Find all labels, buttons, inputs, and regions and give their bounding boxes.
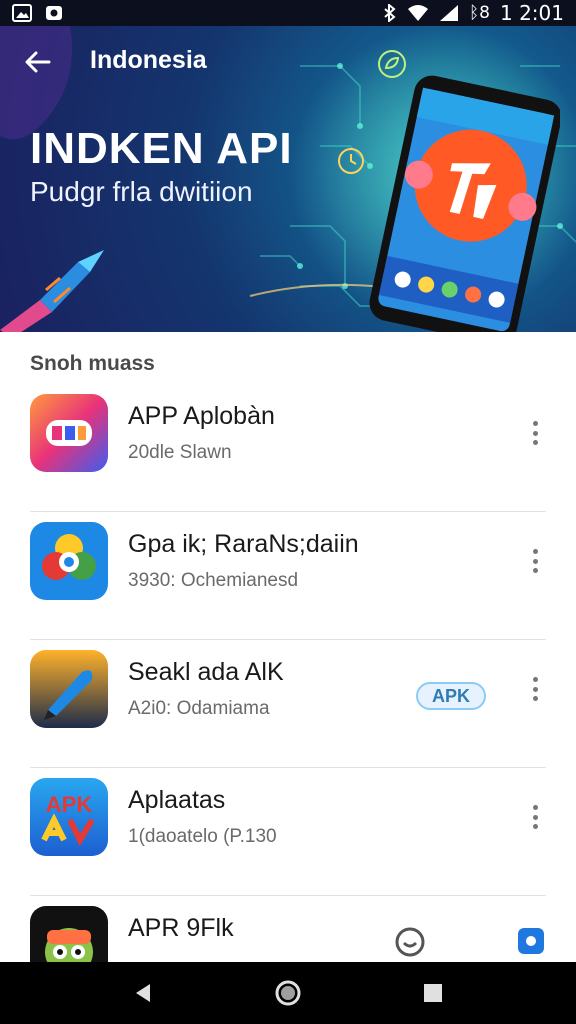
page-title: Indonesia <box>90 46 207 74</box>
more-options-button[interactable] <box>522 418 548 448</box>
brush-icon <box>0 250 104 332</box>
back-icon <box>135 984 150 1002</box>
app-name: Aplaatas <box>128 786 226 814</box>
nav-recents-button[interactable] <box>413 973 453 1013</box>
pen-app-icon <box>30 650 108 728</box>
list-item[interactable]: Gpa ik; RaraNs;daiin 3930: Ochemianesd <box>30 512 546 640</box>
more-options-button[interactable] <box>522 546 548 576</box>
app-name: APR 9Flk <box>128 914 234 942</box>
app-name: APP Aplobàn <box>128 402 275 430</box>
list-item[interactable]: APK Aplaatas 1(daoatelo (P.130 <box>30 768 546 896</box>
back-button[interactable] <box>20 44 56 80</box>
recents-icon <box>424 984 443 1002</box>
api-app-icon <box>30 394 108 472</box>
hero-title: INDKEN API <box>30 124 293 173</box>
app-name: Seakl ada AlK <box>128 658 284 686</box>
hero-banner: Indonesia INDKEN API Pudgr frla dwitiion <box>0 26 576 332</box>
app-list: APP Aplobàn 20dle Slawn Gpa ik; RaraNs;d… <box>0 384 576 1024</box>
signal-icon <box>439 4 459 22</box>
app-meta: 3930: Ochemianesd <box>128 570 299 591</box>
list-item[interactable]: Seakl ada AlK A2i0: Odamiama APK <box>30 640 546 768</box>
back-arrow-icon <box>25 51 51 73</box>
app-meta: 20dle Slawn <box>128 442 232 463</box>
app-meta: A2i0: Odamiama <box>128 698 270 719</box>
photos-app-icon <box>30 522 108 600</box>
svg-text:APK: APK <box>46 792 93 817</box>
emoji-icon[interactable] <box>394 926 426 963</box>
clock: 1 2:01 <box>500 1 564 25</box>
more-options-button[interactable] <box>522 674 548 704</box>
hero-subtitle: Pudgr frla dwitiion <box>30 176 253 207</box>
list-item[interactable]: APP Aplobàn 20dle Slawn <box>30 384 546 512</box>
image-icon <box>12 4 32 22</box>
apk-av-app-icon: APK <box>30 778 108 856</box>
app-name: Gpa ik; RaraNs;daiin <box>128 530 359 558</box>
wifi-icon <box>407 4 429 22</box>
app-meta: 1(daoatelo (P.130 <box>128 826 277 847</box>
nav-home-button[interactable] <box>268 973 308 1013</box>
nav-back-button[interactable] <box>123 973 163 1013</box>
more-options-button[interactable] <box>522 802 548 832</box>
status-bar: ᛒ8 1 2:01 <box>0 0 576 26</box>
home-icon <box>275 980 301 1006</box>
section-title: Snoh muass <box>30 352 155 375</box>
navigation-bar <box>0 962 576 1024</box>
phone-illustration <box>369 75 560 332</box>
notification-icon <box>44 3 64 23</box>
camera-icon[interactable] <box>516 924 546 961</box>
bluetooth-icon <box>383 4 397 22</box>
apk-badge[interactable]: APK <box>416 682 486 710</box>
signal-text: ᛒ8 <box>468 3 490 23</box>
